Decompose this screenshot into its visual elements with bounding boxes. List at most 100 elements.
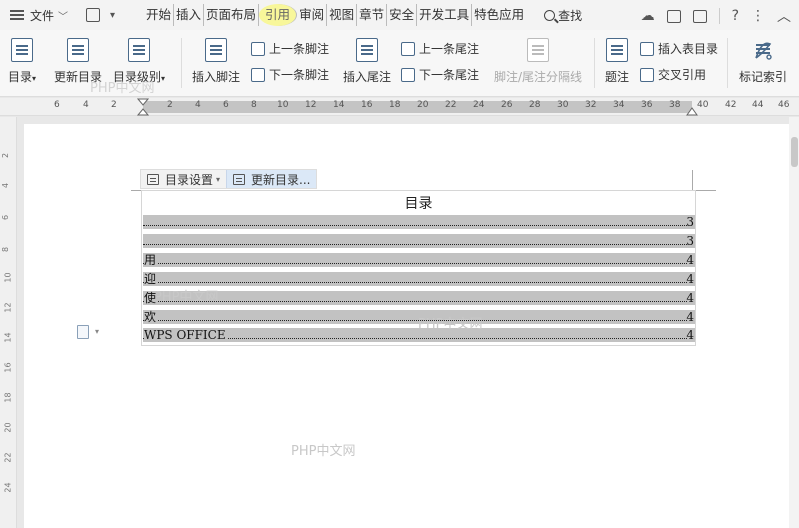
window-controls: ☁ ? ⋮ ︿ [641, 6, 791, 26]
insert-endnote-label: 插入尾注 [343, 70, 392, 84]
caption-label: 题注 [605, 70, 630, 84]
ruler-number: 2 [1, 152, 11, 159]
ruler-number: 40 [697, 100, 709, 110]
table-toc-icon [640, 41, 654, 56]
ruler-number: 22 [3, 452, 13, 463]
insert-footnote-button[interactable]: 插入脚注 [192, 38, 240, 85]
ruler-number: 6 [223, 100, 229, 110]
toc-entry[interactable]: 3 [143, 234, 695, 248]
tab-view[interactable]: 视图 [327, 4, 358, 26]
file-menu-label: 文件 [30, 8, 55, 23]
caption-icon [606, 38, 628, 62]
insert-footnote-label: 插入脚注 [192, 70, 241, 84]
tab-page-layout[interactable]: 页面布局 [204, 4, 260, 26]
tab-special[interactable]: 特色应用 [472, 4, 526, 26]
ruler-number: 4 [195, 100, 201, 110]
collapse-ribbon-icon[interactable]: ︿ [777, 6, 791, 26]
caret-down-icon: ▾ [216, 174, 221, 184]
toc-level-icon [128, 38, 151, 62]
vertical-ruler[interactable]: 2 4 6 8 10 12 14 16 18 20 22 24 [0, 117, 17, 528]
watermark: PHP中文网 [154, 290, 219, 305]
toc-entry[interactable]: 用4 [143, 253, 695, 267]
toc-button[interactable]: 目录▾ [8, 38, 36, 85]
divider [594, 38, 595, 88]
prev-endnote-label: 上一条尾注 [419, 42, 480, 56]
caret-down-icon[interactable]: ▾ [95, 327, 99, 336]
toc-entry-page: 4 [686, 272, 694, 286]
separator-line-label: 脚注/尾注分隔线 [494, 70, 583, 84]
more-icon[interactable]: ⋮ [751, 8, 765, 24]
ruler-number: 6 [1, 214, 11, 221]
toc-settings-button[interactable]: 目录设置 ▾ [141, 170, 226, 188]
toc-entry[interactable]: 3 [143, 215, 695, 229]
help-icon[interactable]: ? [732, 8, 739, 24]
tab-chapter[interactable]: 章节 [357, 4, 388, 26]
vertical-scrollbar[interactable] [789, 117, 799, 528]
insert-endnote-button[interactable]: 插入尾注 [343, 38, 391, 85]
scrollbar-thumb[interactable] [791, 137, 798, 167]
prev-footnote-button[interactable]: 上一条脚注 [251, 40, 329, 57]
ruler-number: 22 [445, 100, 457, 110]
next-endnote-icon [401, 67, 415, 82]
collab-icon[interactable] [692, 9, 707, 23]
tab-review[interactable]: 审阅 [297, 4, 328, 26]
toc-entry-page: 4 [686, 291, 694, 305]
mark-index-icon [752, 38, 774, 62]
file-menu[interactable]: 文件 ﹀ [0, 7, 80, 24]
ruler-number: 12 [305, 100, 317, 110]
ruler-number: 4 [1, 182, 11, 189]
ruler-number: 14 [333, 100, 345, 110]
mark-index-button[interactable]: 标记索引 [739, 38, 787, 85]
toc-entry-text: WPS OFFICE [144, 328, 227, 342]
ruler-number: 14 [3, 332, 13, 343]
paragraph-marker-icon[interactable] [77, 325, 89, 339]
ruler-number: 10 [277, 100, 289, 110]
toc-settings-label: 目录设置 [165, 172, 214, 187]
insert-table-toc-label: 插入表目录 [658, 42, 719, 56]
indent-marker-icon[interactable] [137, 98, 149, 116]
next-endnote-button[interactable]: 下一条尾注 [401, 66, 479, 83]
ruler-number: 18 [3, 392, 13, 403]
cross-ref-button[interactable]: 交叉引用 [640, 66, 706, 83]
toc-entry[interactable]: 使4 [143, 291, 695, 305]
ruler-number: 32 [585, 100, 597, 110]
tab-home[interactable]: 开始 [144, 4, 175, 26]
menu-bar: 文件 ﹀ ▾ 开始 插入 页面布局 引用 审阅 视图 章节 安全 开发工具 特色… [0, 0, 799, 30]
tab-insert[interactable]: 插入 [174, 4, 205, 26]
ruler-number: 8 [251, 100, 257, 110]
crop-mark [696, 190, 716, 191]
ruler-number: 16 [3, 362, 13, 373]
toc-entry[interactable]: 迎4 [143, 272, 695, 286]
caption-button[interactable]: 题注 [605, 38, 629, 85]
toc-settings-icon [147, 173, 159, 185]
share-icon[interactable] [666, 9, 681, 23]
tab-developer[interactable]: 开发工具 [417, 4, 473, 26]
ruler-number: 20 [417, 100, 429, 110]
search-button[interactable]: 查找 [544, 7, 582, 24]
ruler-number: 46 [778, 100, 790, 110]
save-icon[interactable] [86, 8, 100, 22]
toc-entry-page: 3 [686, 234, 694, 248]
horizontal-ruler[interactable]: 6 4 2 2 4 6 8 10 12 14 16 18 20 22 24 26… [0, 98, 799, 116]
ruler-number: 10 [3, 272, 13, 283]
separator-line-button[interactable]: 脚注/尾注分隔线 [494, 38, 582, 85]
toc-entry-page: 4 [686, 253, 694, 267]
ribbon-tabs: 开始 插入 页面布局 引用 审阅 视图 章节 安全 开发工具 特色应用 [144, 4, 526, 26]
toc-update-button[interactable]: 更新目录... [226, 170, 317, 188]
insert-table-toc-button[interactable]: 插入表目录 [640, 40, 718, 57]
next-footnote-button[interactable]: 下一条脚注 [251, 66, 329, 83]
toc-update-icon [233, 173, 246, 185]
customize-chevron-icon[interactable]: ▾ [110, 10, 115, 21]
cloud-icon[interactable]: ☁ [641, 8, 655, 24]
tab-security[interactable]: 安全 [387, 4, 418, 26]
footnote-icon [205, 38, 227, 62]
divider [718, 8, 720, 24]
cross-ref-label: 交叉引用 [658, 68, 707, 82]
prev-endnote-button[interactable]: 上一条尾注 [401, 40, 479, 57]
toc-entry-page: 3 [686, 215, 694, 229]
ruler-number: 38 [669, 100, 681, 110]
ruler-number: 30 [557, 100, 569, 110]
toc-entry-page: 4 [686, 310, 694, 324]
watermark: PHP中文网 [418, 317, 483, 332]
tab-references[interactable]: 引用 [259, 4, 298, 26]
